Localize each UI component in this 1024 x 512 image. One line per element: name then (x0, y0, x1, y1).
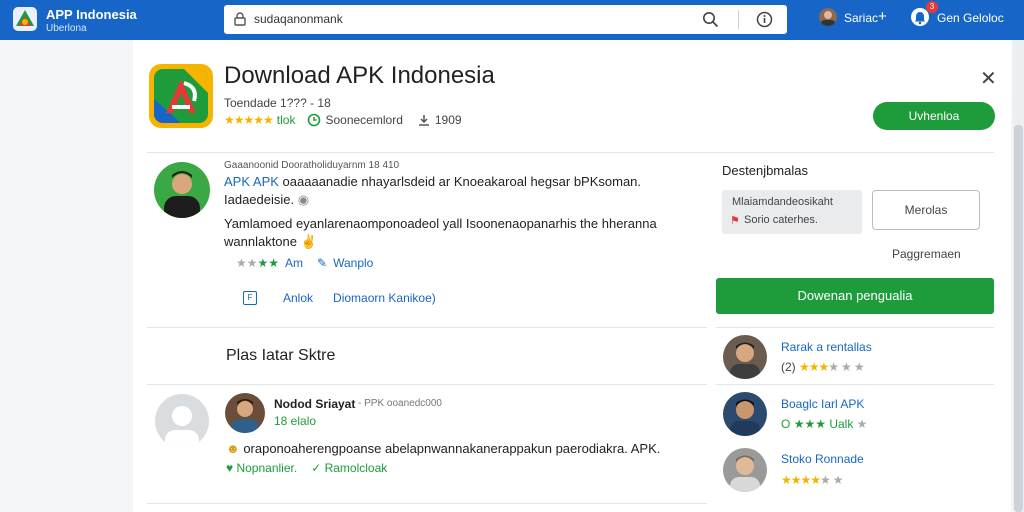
scrollbar-thumb[interactable] (1014, 125, 1023, 512)
search-input[interactable]: sudaqanonmank (254, 12, 343, 26)
description-text: oaaaaanadie nhayarlsdeid ar Knoeakaroal … (282, 174, 642, 189)
description-text: wannlaktone (224, 234, 297, 249)
divider (147, 152, 994, 153)
reply-action[interactable]: ♥ Nopnanlier. (226, 461, 297, 475)
commenter-avatar[interactable] (225, 393, 265, 433)
rating-stars-icon: ★ (856, 417, 868, 431)
app-title: Download APK Indonesia (224, 62, 495, 89)
divider (147, 503, 707, 504)
user-name[interactable]: Sariac (844, 11, 878, 25)
comment-body: oraponoaherengpoanse abelapnwannakanerap… (243, 441, 661, 456)
comment-rating: 18 elalo (274, 414, 317, 428)
reviewer-avatar[interactable] (723, 392, 767, 436)
reviewer-badge: Ualk (829, 417, 854, 431)
reviewer-name[interactable]: Boaglc Iarl APK (781, 397, 864, 411)
description-rating-label: Am (285, 256, 304, 270)
comment-text: ☻ oraponoaherengpoanse abelapnwannakaner… (226, 441, 660, 456)
description-text: Iadaedeisie. (224, 192, 295, 207)
emoji-icon: ☻ (226, 441, 240, 456)
like-action[interactable]: ✓ Ramolcloak (311, 461, 387, 475)
side-link[interactable]: Paggremaen (892, 247, 961, 261)
placeholder-avatar (155, 394, 209, 448)
rating-label: tlok (276, 113, 296, 127)
rating-stars-icon: ★★★★★ (224, 113, 274, 127)
search-divider (738, 10, 739, 29)
comment-meta: - PPK ooanedc000 (358, 398, 442, 409)
like-label: Ramolcloak (324, 461, 388, 475)
divider (716, 327, 994, 328)
side-info-line: Mlaiamdandeosikaht (732, 196, 833, 208)
description-line: APK APK oaaaaanadie nhayarlsdeid ar Knoe… (224, 174, 641, 189)
description-header: Gaaanoonid Dooratholiduyarnm 18 410 (224, 160, 400, 171)
reply-label: Nopnanlier. (236, 461, 298, 475)
reviewer-rating: (2) ★★★★★★ (781, 360, 867, 374)
downloads-count: 1909 (434, 113, 462, 127)
reviewer-rating: O ★★★ Ualk ★ (781, 417, 867, 431)
reviewer-name[interactable]: Rarak a rentallas (781, 340, 872, 354)
app-version-meta: Toendade 1??? - 18 (224, 96, 331, 110)
app-logo-icon[interactable] (12, 6, 38, 32)
author-avatar[interactable] (154, 162, 210, 218)
user-avatar[interactable] (819, 8, 837, 26)
action-link[interactable]: Diomaorn Kanikoe) (333, 291, 436, 305)
side-panel-title: Destenjbmalas (722, 163, 808, 178)
edit-link[interactable]: Wanplo (333, 256, 373, 270)
description-actions: F Anlok Diomaorn Kanikoe) (243, 291, 436, 305)
outline-button[interactable]: Merolas (872, 190, 980, 230)
rating-stars-icon: ★★★ (793, 417, 826, 431)
download-icon (418, 115, 429, 126)
description-line: Yamlamoed eyanlarenaomponoadeol yall Iso… (224, 216, 657, 231)
app-icon (149, 64, 213, 128)
notification-label[interactable]: Gen Geloloc (937, 11, 1004, 25)
reviewer-rating: ★★★★★★ (781, 473, 846, 487)
side-info-line: Sorio caterhes. (744, 214, 818, 226)
primary-action-button[interactable]: Uvhenloa (873, 102, 995, 130)
bookmark-icon[interactable]: F (243, 291, 257, 305)
divider (147, 327, 707, 328)
brand-subtitle: Uberlona (46, 23, 87, 34)
lock-icon (234, 12, 246, 26)
flag-icon: ⚑ (730, 215, 740, 227)
description-line: wannlaktone ✌ (224, 234, 317, 250)
installs-label: Soonecemlord (325, 113, 403, 127)
top-bar: APP Indonesia Uberlona sudaqanonmank Sar… (0, 0, 1024, 40)
comments-section-title: Plas Iatar Sktre (226, 347, 336, 364)
side-info-box: Mlaiamdandeosikaht ⚑ Sorio caterhes. (722, 190, 862, 234)
info-icon[interactable] (756, 11, 773, 28)
hand-icon: ✌ (300, 234, 317, 249)
add-icon[interactable]: + (878, 8, 887, 25)
search-icon[interactable] (702, 11, 719, 28)
reviewer-avatar[interactable] (723, 448, 767, 492)
action-link[interactable]: Anlok (283, 291, 313, 305)
rating-stars-icon: ★★★ (799, 360, 829, 374)
description-rating-row: ★★★★ Am ✎ Wanplo (236, 256, 373, 270)
search-bar[interactable]: sudaqanonmank (224, 5, 787, 34)
rating-stars-icon: ★★★★ (236, 256, 280, 270)
reviewer-rank: (2) (781, 360, 796, 374)
description-line: Iadaedeisie. ◉ (224, 192, 309, 208)
close-icon[interactable]: ✕ (980, 66, 997, 91)
reviewer-rank: O (781, 417, 791, 431)
divider (716, 384, 994, 385)
rating-stars-icon: ★★★★ (781, 473, 821, 487)
emoji-icon: ◉ (297, 192, 310, 207)
reviewer-name[interactable]: Stoko Ronnade (781, 452, 864, 466)
pencil-icon[interactable]: ✎ (317, 256, 327, 270)
commenter-name[interactable]: Nodod Sriayat (274, 397, 355, 411)
divider (147, 384, 707, 385)
app-rating-row: ★★★★★ tlok Soonecemlord 1909 (224, 113, 462, 127)
brand-title[interactable]: APP Indonesia (46, 7, 137, 22)
clock-icon (308, 113, 321, 127)
description-link[interactable]: APK APK (224, 174, 279, 189)
comment-actions: ♥ Nopnanlier. ✓ Ramolcloak (226, 461, 387, 475)
download-button[interactable]: Dowenan pengualia (716, 278, 994, 314)
reviewer-avatar[interactable] (723, 335, 767, 379)
